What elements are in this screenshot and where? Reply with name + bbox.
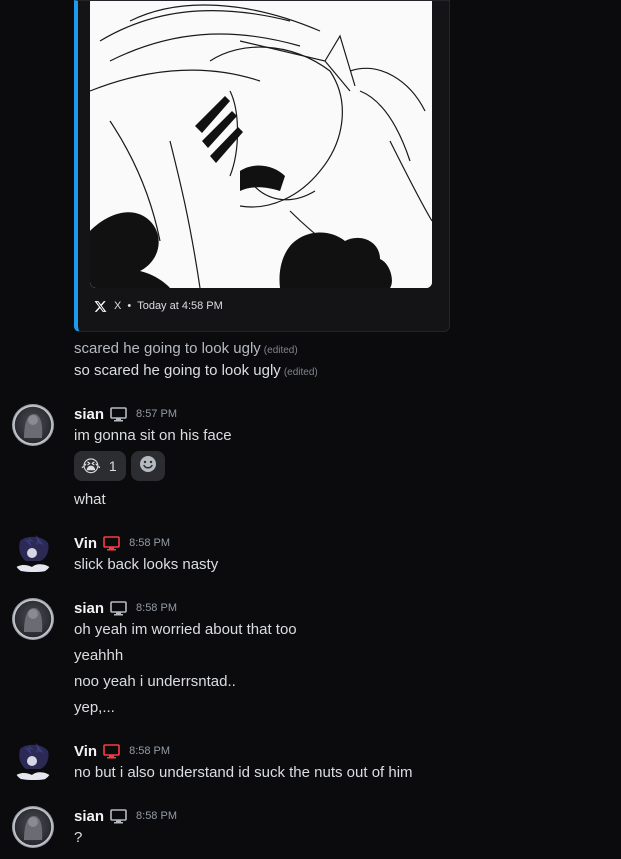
- message-header: Vin 8:58 PM: [74, 741, 170, 761]
- reaction-loudly-crying[interactable]: 😭 1: [74, 451, 126, 481]
- message-timestamp[interactable]: 8:58 PM: [136, 602, 177, 614]
- message-text: what: [74, 491, 106, 508]
- message-header: sian 8:58 PM: [74, 598, 177, 618]
- message-header: Vin 8:58 PM: [74, 533, 170, 553]
- edited-tag: (edited): [263, 345, 298, 356]
- avatar-sian[interactable]: [12, 598, 54, 640]
- avatar-vin[interactable]: [12, 741, 54, 783]
- message-text: oh yeah im worried about that too: [74, 621, 297, 638]
- message-text: scared he going to look ugly (edited): [74, 340, 298, 357]
- embed-timestamp: Today at 4:58 PM: [137, 300, 223, 312]
- message-text: noo yeah i underrsntad..: [74, 673, 236, 690]
- desktop-icon: [103, 743, 121, 759]
- message-text: im gonna sit on his face: [74, 427, 232, 444]
- message-timestamp[interactable]: 8:57 PM: [136, 408, 177, 420]
- desktop-icon: [110, 808, 128, 824]
- message-text: slick back looks nasty: [74, 556, 219, 573]
- embed-footer: X • Today at 4:58 PM: [92, 297, 223, 315]
- username[interactable]: sian: [74, 406, 104, 423]
- message-text: yeahhh: [74, 647, 124, 664]
- message-body: scared he going to look ugly: [74, 340, 261, 357]
- message-timestamp[interactable]: 8:58 PM: [136, 810, 177, 822]
- message-body: so scared he going to look ugly: [74, 362, 281, 379]
- username[interactable]: sian: [74, 808, 104, 825]
- message-header: sian 8:58 PM: [74, 806, 177, 826]
- reactions: 😭 1: [74, 451, 165, 481]
- loudly-crying-emoji-icon: 😭: [81, 456, 101, 476]
- avatar-sian[interactable]: [12, 404, 54, 446]
- embed-source[interactable]: X: [114, 300, 121, 312]
- x-logo-icon: [92, 298, 108, 314]
- embed-artwork-image[interactable]: [90, 1, 432, 288]
- add-reaction-button[interactable]: [130, 451, 165, 481]
- message-header: sian 8:57 PM: [74, 404, 177, 424]
- embed-separator: •: [127, 300, 132, 312]
- desktop-icon: [110, 406, 128, 422]
- tweet-embed[interactable]: X • Today at 4:58 PM: [74, 0, 450, 332]
- edited-tag: (edited): [283, 367, 318, 378]
- desktop-icon: [110, 600, 128, 616]
- add-reaction-icon: [139, 455, 157, 478]
- username[interactable]: Vin: [74, 535, 97, 552]
- reaction-count: 1: [108, 458, 117, 474]
- avatar-sian[interactable]: [12, 806, 54, 848]
- message-text: ?: [74, 829, 83, 846]
- message-text: no but i also understand id suck the nut…: [74, 764, 413, 781]
- message-timestamp[interactable]: 8:58 PM: [129, 745, 170, 757]
- message-text: yep,...: [74, 699, 115, 716]
- avatar-vin[interactable]: [12, 533, 54, 575]
- username[interactable]: sian: [74, 600, 104, 617]
- message-text: so scared he going to look ugly (edited): [74, 362, 318, 379]
- message-timestamp[interactable]: 8:58 PM: [129, 537, 170, 549]
- username[interactable]: Vin: [74, 743, 97, 760]
- desktop-icon: [103, 535, 121, 551]
